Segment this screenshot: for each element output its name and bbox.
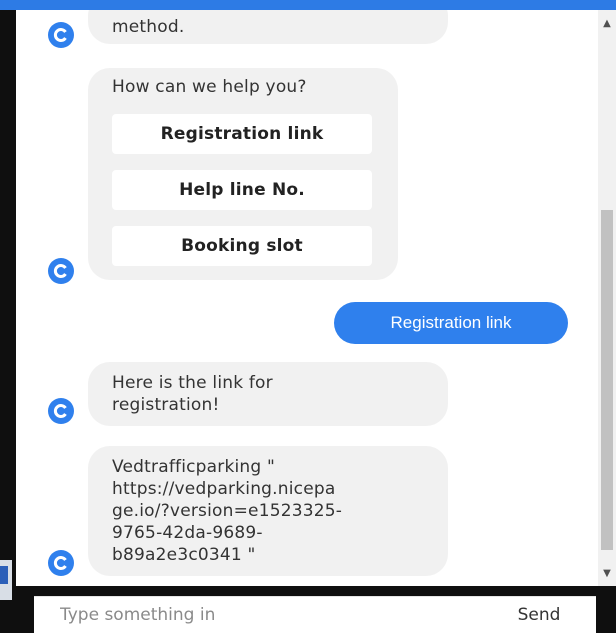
message-link-line[interactable]: ge.io/?version=e1523325-	[112, 500, 424, 522]
bot-menu-message: How can we help you? Registration link H…	[88, 68, 398, 280]
message-line: Vedtrafficparking "	[112, 457, 276, 477]
menu-prompt-text: How can we help you?	[112, 77, 307, 97]
message-list: method. How can we help you? Registratio…	[16, 10, 598, 586]
message-scrollbar[interactable]: ▲ ▼	[598, 10, 616, 586]
bot-message: Here is the link for registration!	[88, 362, 448, 426]
message-text: method.	[112, 17, 185, 37]
message-composer: Send	[34, 596, 596, 633]
bot-avatar-icon	[48, 550, 74, 576]
message-line: Here is the link for	[112, 373, 273, 393]
message-link-line[interactable]: b89a2e3c0341 "	[112, 544, 424, 566]
message-link-line[interactable]: https://vedparking.nicepa	[112, 478, 424, 500]
option-registration-link-button[interactable]: Registration link	[112, 114, 372, 154]
option-booking-slot-button[interactable]: Booking slot	[112, 226, 372, 266]
scroll-down-arrow-icon[interactable]: ▼	[598, 566, 616, 582]
send-button[interactable]: Send	[504, 597, 574, 633]
scroll-thumb[interactable]	[601, 210, 613, 550]
scroll-up-arrow-icon[interactable]: ▲	[598, 16, 616, 32]
message-input[interactable]	[34, 597, 474, 633]
bot-avatar-icon	[48, 22, 74, 48]
window-top-border	[0, 0, 616, 10]
bot-avatar-icon	[48, 258, 74, 284]
bot-message: method.	[88, 10, 448, 44]
message-link-line[interactable]: 9765-42da-9689-	[112, 522, 424, 544]
user-message: Registration link	[334, 302, 568, 344]
bot-message-link: Vedtrafficparking " https://vedparking.n…	[88, 446, 448, 576]
message-line: registration!	[112, 395, 220, 415]
bot-avatar-icon	[48, 398, 74, 424]
chat-window: method. How can we help you? Registratio…	[0, 0, 616, 633]
side-thumbnail	[0, 560, 12, 600]
option-help-line-button[interactable]: Help line No.	[112, 170, 372, 210]
